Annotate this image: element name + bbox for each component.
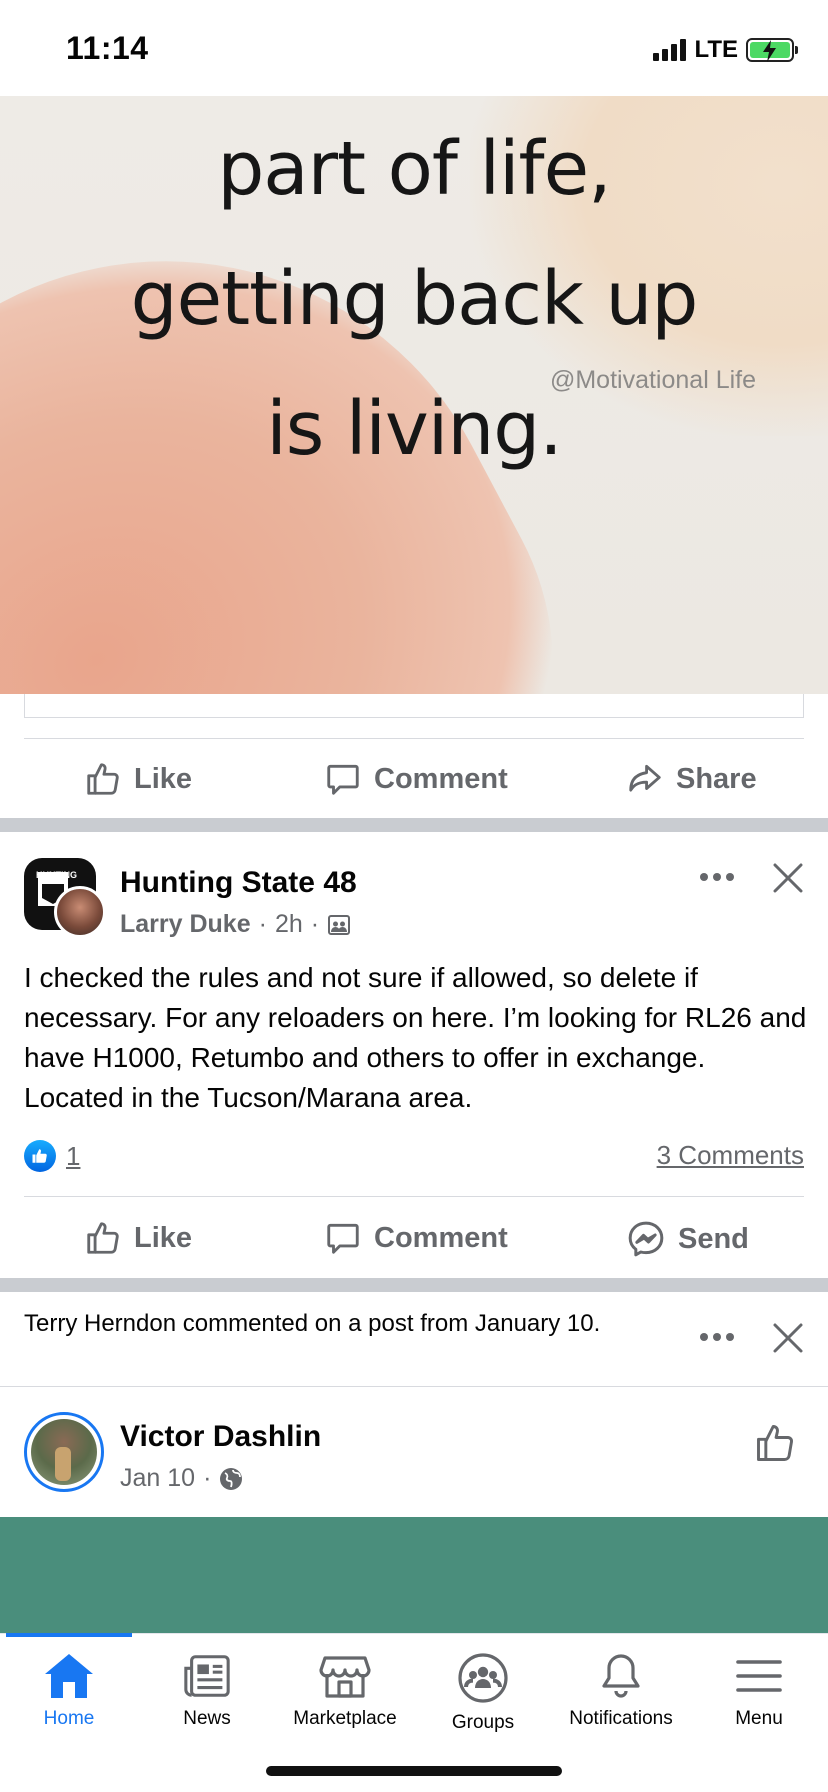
close-icon bbox=[773, 1323, 803, 1353]
post-meta: Larry Duke · 2h · bbox=[120, 910, 351, 939]
comment-icon bbox=[327, 1223, 359, 1254]
share-button[interactable]: Share bbox=[626, 760, 757, 798]
status-bar: 11:14 LTE bbox=[0, 0, 828, 96]
home-icon bbox=[45, 1654, 93, 1698]
network-type: LTE bbox=[694, 36, 738, 63]
shared-post-frame bbox=[24, 694, 804, 718]
tab-notifications[interactable]: Notifications bbox=[552, 1652, 690, 1730]
image-text-line: getting back up bbox=[130, 256, 699, 342]
status-indicators: LTE bbox=[653, 36, 798, 64]
more-options-button[interactable] bbox=[694, 862, 740, 892]
feed-separator bbox=[0, 1278, 828, 1292]
post-meta: Jan 10 · bbox=[120, 1464, 243, 1493]
group-avatar-badge: HUNTING bbox=[36, 870, 77, 880]
share-label: Share bbox=[676, 762, 757, 795]
tab-label: Home bbox=[43, 1708, 95, 1729]
like-reaction-icon bbox=[24, 1140, 56, 1172]
thumbs-up-icon bbox=[757, 1425, 793, 1461]
share-icon bbox=[629, 764, 661, 792]
send-button[interactable]: Send bbox=[626, 1219, 749, 1259]
image-text-line: is living. bbox=[266, 386, 563, 472]
group-privacy-icon bbox=[328, 914, 351, 935]
author-name[interactable]: Victor Dashlin bbox=[120, 1420, 321, 1454]
tab-home[interactable]: Home bbox=[0, 1652, 138, 1730]
like-button[interactable]: Like bbox=[84, 1219, 192, 1257]
post-image[interactable]: part of life, getting back up is living.… bbox=[0, 96, 828, 694]
post-body: I checked the rules and not sure if allo… bbox=[24, 962, 807, 1113]
author-avatar[interactable] bbox=[54, 886, 106, 938]
hide-post-button[interactable] bbox=[768, 1318, 808, 1358]
like-button[interactable]: Like bbox=[84, 760, 192, 798]
news-icon bbox=[184, 1655, 230, 1697]
thumbs-up-icon bbox=[87, 763, 119, 795]
tab-label: Marketplace bbox=[293, 1708, 397, 1729]
groups-icon bbox=[458, 1653, 508, 1703]
image-text-line: part of life, bbox=[217, 126, 611, 212]
marketplace-icon bbox=[319, 1656, 371, 1698]
reactions-summary[interactable]: 1 bbox=[24, 1140, 80, 1172]
like-label: Like bbox=[134, 762, 193, 795]
divider bbox=[24, 1196, 804, 1197]
post-time[interactable]: 2h bbox=[275, 910, 303, 939]
messenger-icon bbox=[628, 1221, 664, 1257]
bell-icon bbox=[602, 1654, 640, 1698]
tab-news[interactable]: News bbox=[138, 1652, 276, 1730]
comment-label: Comment bbox=[374, 762, 508, 795]
comment-button[interactable]: Comment bbox=[324, 1219, 508, 1257]
divider bbox=[0, 1386, 828, 1387]
more-icon bbox=[700, 873, 734, 881]
comments-count-link[interactable]: 3 Comments bbox=[657, 1140, 804, 1171]
send-label: Send bbox=[678, 1222, 749, 1255]
tab-label: News bbox=[183, 1708, 231, 1729]
tab-label: Notifications bbox=[569, 1708, 673, 1729]
feed-separator bbox=[0, 818, 828, 832]
tab-menu[interactable]: Menu bbox=[690, 1652, 828, 1730]
reaction-count[interactable]: 1 bbox=[66, 1141, 80, 1172]
menu-icon bbox=[736, 1660, 782, 1692]
more-icon bbox=[700, 1333, 734, 1341]
globe-icon bbox=[220, 1467, 243, 1490]
comment-icon bbox=[327, 764, 359, 795]
thumbs-up-icon bbox=[87, 1222, 119, 1254]
hide-post-button[interactable] bbox=[768, 858, 808, 898]
active-tab-indicator bbox=[6, 1633, 132, 1637]
battery-icon bbox=[746, 38, 798, 62]
post-media-preview[interactable] bbox=[0, 1517, 828, 1633]
author-avatar[interactable] bbox=[24, 1412, 104, 1492]
author-name[interactable]: Larry Duke bbox=[120, 910, 251, 939]
comment-button[interactable]: Comment bbox=[324, 760, 508, 798]
quick-like-button[interactable] bbox=[750, 1418, 800, 1468]
post-date[interactable]: Jan 10 bbox=[120, 1464, 195, 1493]
tab-label: Groups bbox=[451, 1712, 515, 1733]
close-icon bbox=[773, 863, 803, 893]
status-time: 11:14 bbox=[66, 30, 149, 66]
home-indicator[interactable] bbox=[266, 1766, 562, 1776]
image-watermark: @Motivational Life bbox=[549, 366, 756, 394]
activity-notice: Terry Herndon commented on a post from J… bbox=[24, 1310, 601, 1337]
comment-label: Comment bbox=[374, 1221, 508, 1254]
signal-icon bbox=[653, 39, 687, 61]
group-name[interactable]: Hunting State 48 bbox=[120, 866, 357, 900]
more-options-button[interactable] bbox=[694, 1322, 740, 1352]
divider bbox=[24, 738, 804, 739]
tab-label: Menu bbox=[735, 1708, 783, 1729]
tab-groups[interactable]: Groups bbox=[414, 1652, 552, 1734]
tab-marketplace[interactable]: Marketplace bbox=[276, 1652, 414, 1730]
like-label: Like bbox=[134, 1221, 193, 1254]
